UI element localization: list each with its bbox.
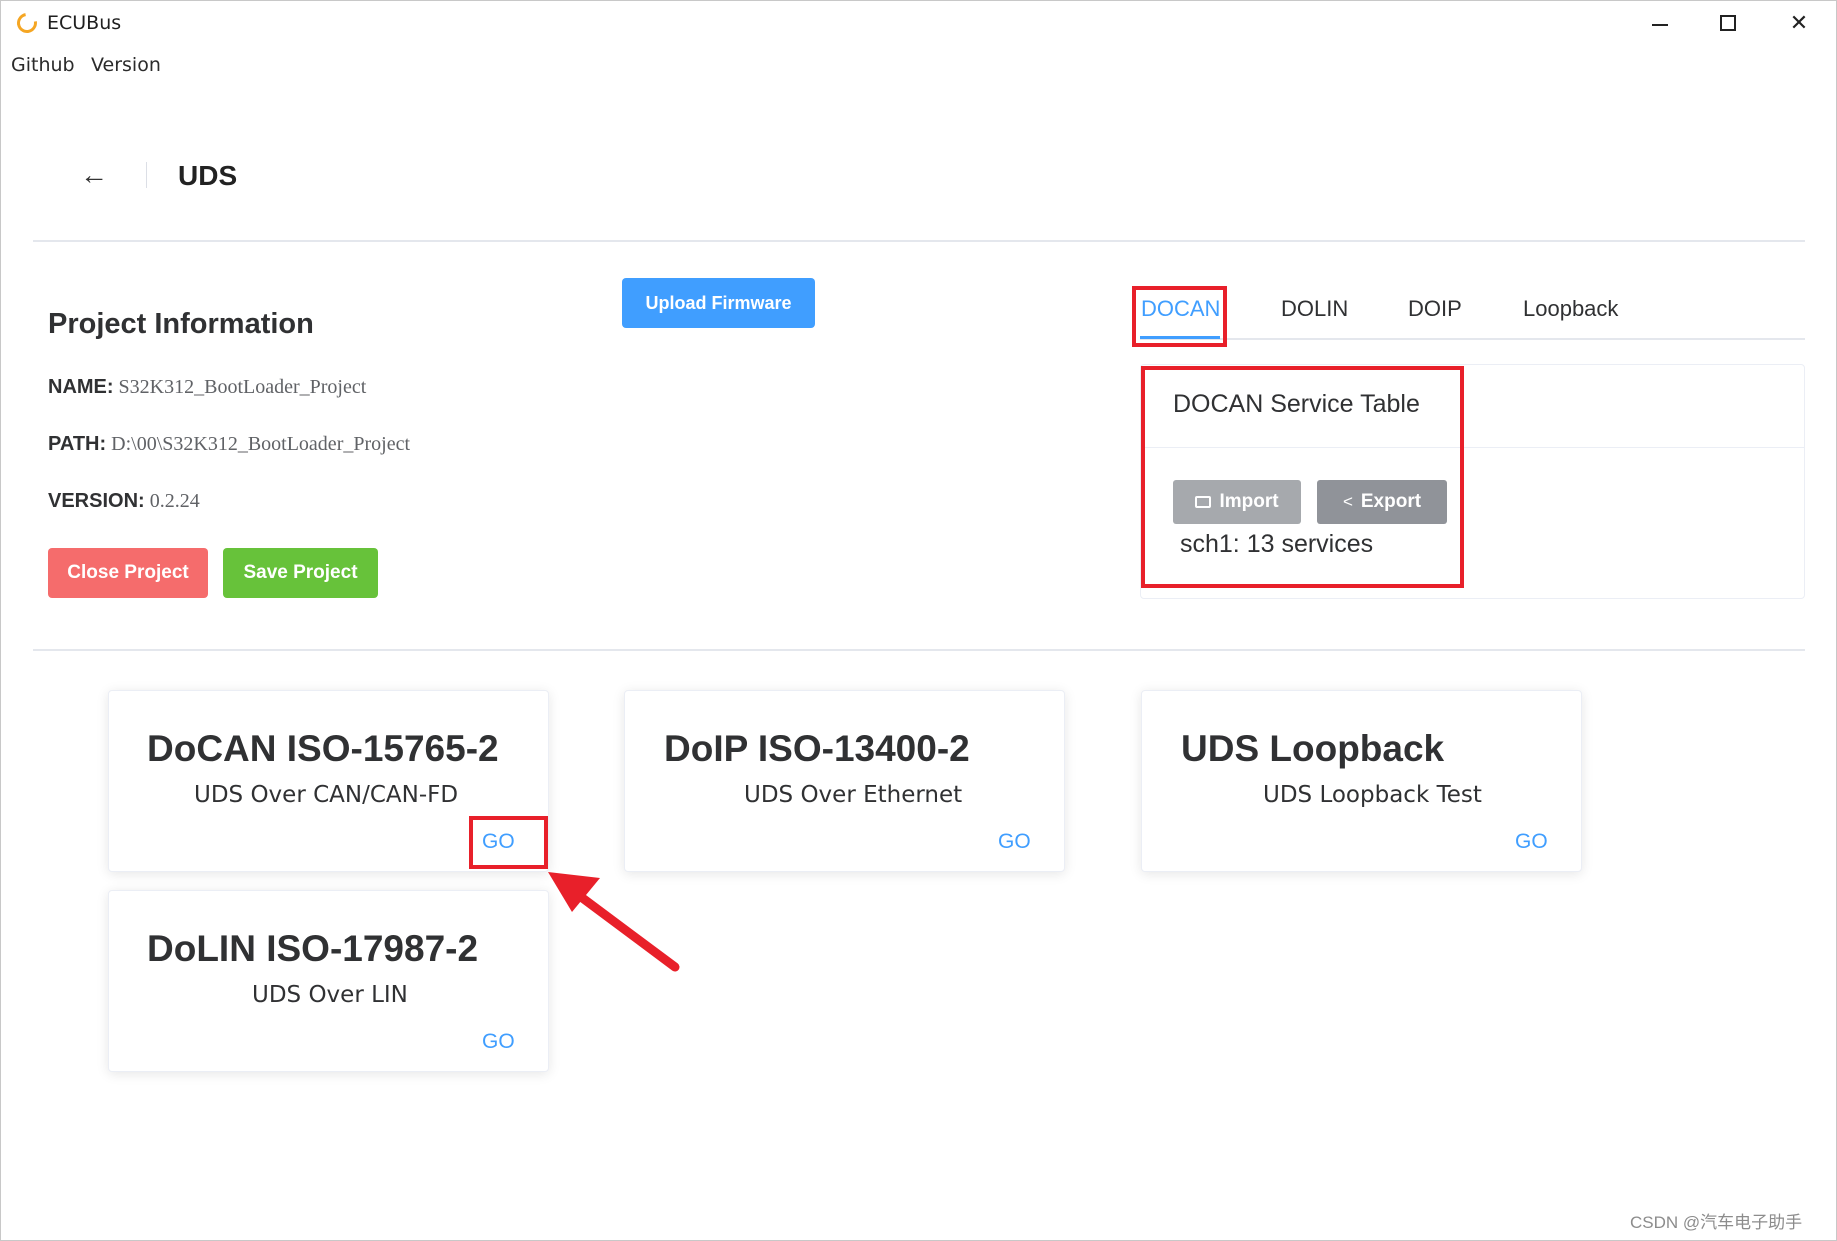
loopback-card-title: UDS Loopback [1181, 728, 1445, 769]
project-info-heading: Project Information [48, 308, 314, 340]
close-project-button[interactable]: Close Project [48, 548, 208, 598]
maximize-button[interactable] [1708, 8, 1748, 38]
header-divider-line [33, 240, 1805, 242]
loopback-card-subtitle: UDS Loopback Test [1263, 782, 1482, 808]
tab-doip[interactable]: DOIP [1408, 296, 1462, 322]
minimize-button[interactable] [1640, 8, 1680, 38]
header-divider [146, 162, 147, 188]
annotation-box-service-table [1141, 366, 1464, 588]
tab-dolin[interactable]: DOLIN [1281, 296, 1348, 322]
menu-version[interactable]: Version [91, 54, 161, 76]
maximize-icon [1720, 15, 1736, 31]
project-name-row: NAME: S32K312_BootLoader_Project [48, 376, 366, 399]
docan-card-subtitle: UDS Over CAN/CAN-FD [194, 782, 459, 808]
dolin-card-subtitle: UDS Over LIN [252, 982, 408, 1008]
page-title: UDS [178, 160, 238, 191]
project-path-value: D:\00\S32K312_BootLoader_Project [111, 433, 410, 455]
minimize-icon [1652, 24, 1668, 26]
project-name-value: S32K312_BootLoader_Project [118, 376, 367, 398]
section-divider-line [33, 649, 1805, 651]
title-bar: ECUBus ✕ [0, 0, 1837, 46]
doip-card-title: DoIP ISO-13400-2 [664, 728, 970, 769]
project-version-row: VERSION: 0.2.24 [48, 490, 200, 513]
dolin-card-title: DoLIN ISO-17987-2 [147, 928, 479, 969]
annotation-arrow-icon [548, 872, 680, 972]
upload-firmware-button[interactable]: Upload Firmware [622, 278, 815, 328]
doip-go-link[interactable]: GO [998, 830, 1031, 854]
tab-loopback[interactable]: Loopback [1523, 296, 1618, 322]
arrow-left-icon: ← [80, 159, 108, 190]
project-version-label: VERSION: [48, 490, 145, 512]
tabs-baseline [1140, 338, 1805, 340]
project-path-label: PATH: [48, 433, 107, 455]
doip-card-subtitle: UDS Over Ethernet [744, 782, 963, 808]
annotation-box-docan-tab [1132, 286, 1227, 347]
project-version-value: 0.2.24 [149, 490, 200, 512]
project-name-label: NAME: [48, 376, 114, 398]
docan-card-title: DoCAN ISO-15765-2 [147, 728, 499, 769]
save-project-button[interactable]: Save Project [223, 548, 378, 598]
close-window-button[interactable]: ✕ [1779, 8, 1819, 38]
watermark-text: CSDN @汽车电子助手 [1630, 1213, 1803, 1232]
dolin-go-link[interactable]: GO [482, 1030, 515, 1054]
close-icon: ✕ [1789, 10, 1809, 35]
back-button[interactable]: ← [80, 160, 108, 190]
project-path-row: PATH: D:\00\S32K312_BootLoader_Project [48, 433, 410, 456]
menu-github[interactable]: Github [11, 54, 75, 76]
app-logo-icon [13, 9, 41, 37]
window-title: ECUBus [47, 12, 122, 34]
loopback-go-link[interactable]: GO [1515, 830, 1548, 854]
